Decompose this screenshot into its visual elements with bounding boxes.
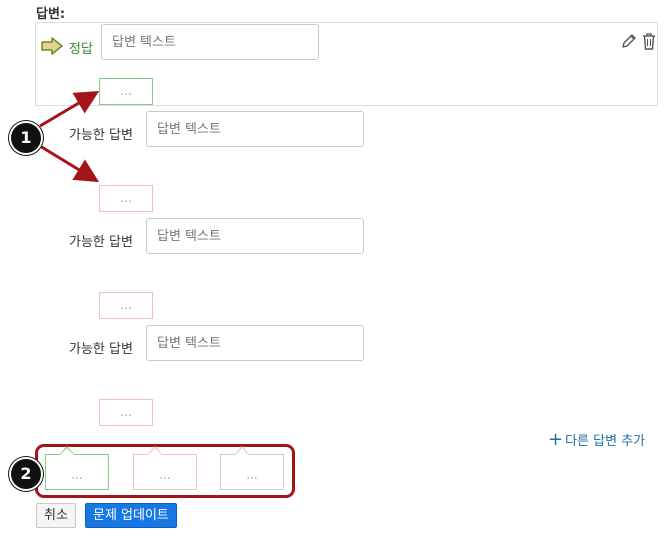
general-feedback-incorrect[interactable]: ... [133,446,197,490]
callout-2: 2 [9,457,43,491]
general-feedback-neutral[interactable]: ... [220,446,284,490]
update-question-button[interactable]: 문제 업데이트 [85,503,177,528]
general-feedback-correct[interactable]: ... [45,446,109,490]
callout-1: 1 [9,121,43,155]
cancel-button[interactable]: 취소 [36,503,76,528]
